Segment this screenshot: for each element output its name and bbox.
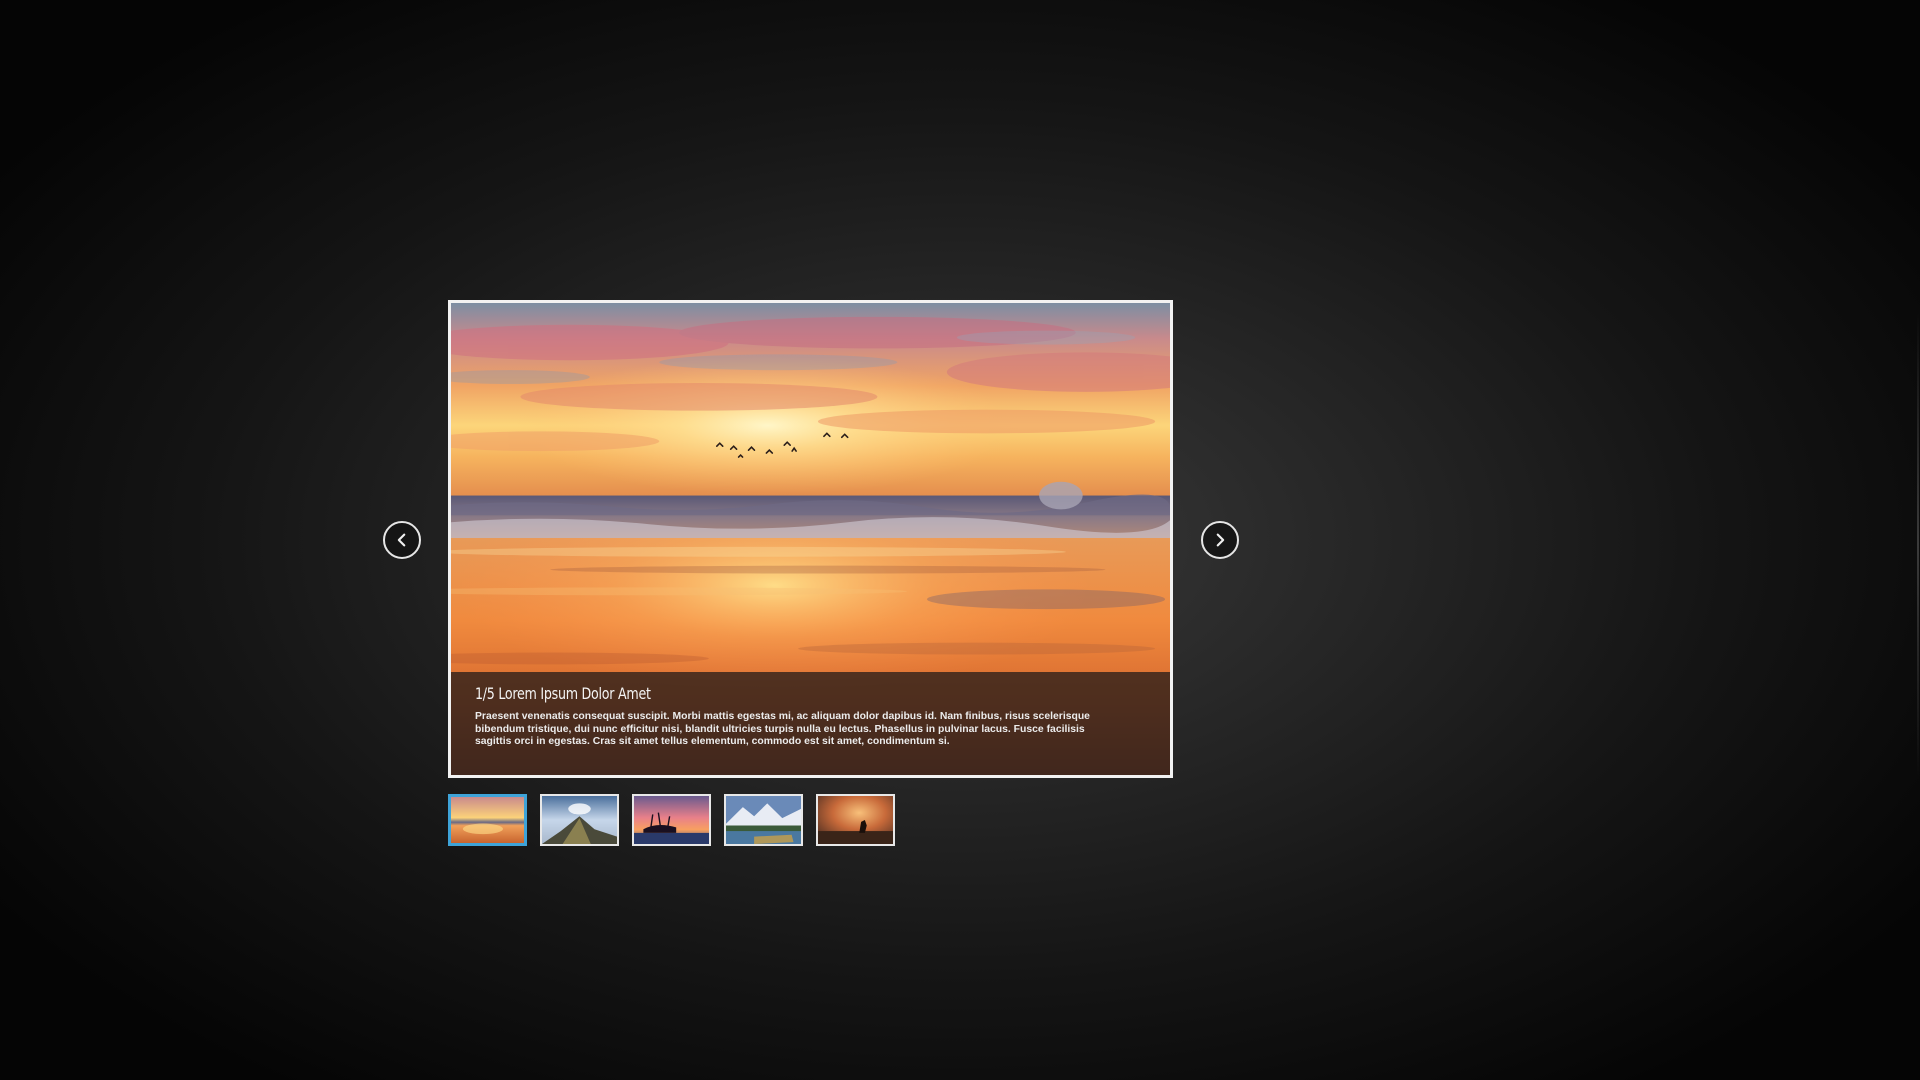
thumbnail-5-sunset-silhouette[interactable] xyxy=(816,794,895,846)
slide-description: Praesent venenatis consequat suscipit. M… xyxy=(475,711,1090,748)
chevron-right-icon xyxy=(1216,533,1225,547)
thumbnail-strip xyxy=(448,794,895,846)
chevron-left-icon xyxy=(397,533,406,547)
thumbnail-3-tropical-sunset[interactable] xyxy=(632,794,711,846)
thumbnail-1-sunset-beach[interactable] xyxy=(448,794,527,846)
main-slide: 1/5 Lorem Ipsum Dolor Amet Praesent vene… xyxy=(448,300,1173,778)
thumbnail-2-mountain-ridge[interactable] xyxy=(540,794,619,846)
prev-slide-button[interactable] xyxy=(383,521,421,559)
thumbnail-4-mountain-lake[interactable] xyxy=(724,794,803,846)
next-slide-button[interactable] xyxy=(1201,521,1239,559)
slide-caption: 1/5 Lorem Ipsum Dolor Amet Praesent vene… xyxy=(451,672,1170,775)
slide-title: 1/5 Lorem Ipsum Dolor Amet xyxy=(475,684,651,703)
page-edge-line xyxy=(1917,310,1919,780)
